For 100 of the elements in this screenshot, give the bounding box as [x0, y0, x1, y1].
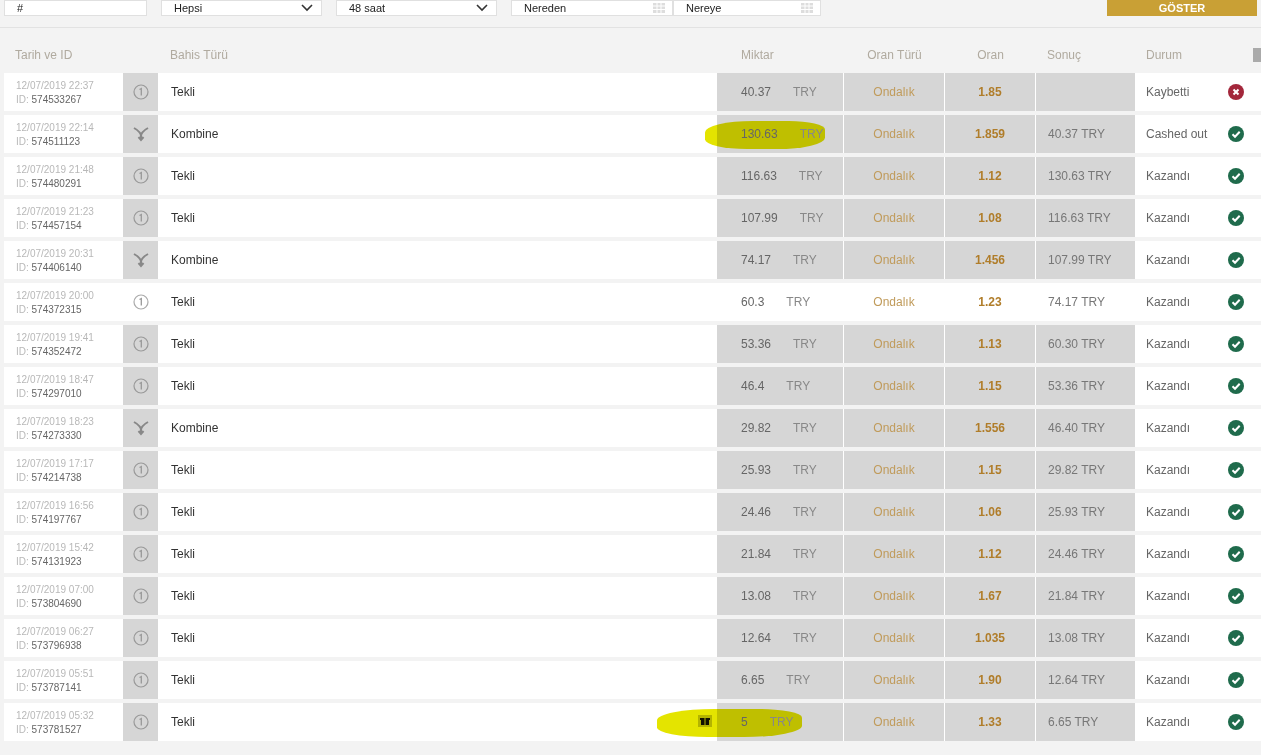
bet-row[interactable]: 12/07/2019 18:23 ID: 574273330 Kombine 29.82 TRY Ondalık 1.556 46.40 TRY Kazandı: [4, 409, 1261, 447]
amount-text: 60.3: [740, 295, 765, 309]
bet-type-text: Tekli: [170, 505, 195, 519]
bet-type-text: Tekli: [170, 589, 195, 603]
bet-type-text: Tekli: [170, 463, 195, 477]
currency-text: TRY: [785, 379, 811, 393]
period-select[interactable]: 48 saat: [336, 0, 497, 16]
status-text: Kazandı: [1145, 169, 1192, 183]
odds-text: 1.06: [978, 505, 1002, 519]
odds-text: 1.035: [975, 631, 1005, 645]
bet-row[interactable]: 12/07/2019 16:56 ID: 574197767 Tekli 24.46 TRY Ondalık 1.06 25.93 TRY Kazandı: [4, 493, 1261, 531]
bet-type-text: Kombine: [170, 127, 219, 141]
amount-text: 74.17: [740, 253, 772, 267]
status-text: Kazandı: [1145, 379, 1192, 393]
id-text: 573787141: [31, 681, 82, 693]
id-text: 574214738: [31, 471, 82, 483]
circled-one-icon: [132, 588, 149, 604]
bet-row[interactable]: 12/07/2019 20:00 ID: 574372315 Tekli 60.3 TRY Ondalık 1.23 74.17 TRY Kazandı: [4, 283, 1261, 321]
date-text: 12/07/2019 05:51: [16, 667, 95, 679]
odds-text: 1.15: [978, 463, 1002, 477]
date-text: 12/07/2019 22:14: [16, 121, 95, 133]
circled-one-icon: [132, 462, 149, 478]
odds-type-text: Ondalık: [873, 337, 915, 351]
bet-row[interactable]: 12/07/2019 21:23 ID: 574457154 Tekli 107.99 TRY Ondalık 1.08 116.63 TRY Kazandı: [4, 199, 1261, 237]
bet-row[interactable]: 12/07/2019 05:51 ID: 573787141 Tekli 6.65 TRY Ondalık 1.90 12.64 TRY Kazandı: [4, 661, 1261, 699]
bet-row[interactable]: 12/07/2019 22:14 ID: 574511123 Kombine 130.63 TRY Ondalık 1.859 40.37 TRY Cashed out: [4, 115, 1261, 153]
amount-text: 130.63: [740, 127, 778, 141]
result-text: 25.93 TRY: [1047, 505, 1105, 519]
bet-row[interactable]: 12/07/2019 20:31 ID: 574406140 Kombine 74.17 TRY Ondalık 1.456 107.99 TRY Kazandı: [4, 241, 1261, 279]
result-text: 13.08 TRY: [1047, 631, 1105, 645]
column-header: Tarih ve ID: [14, 48, 74, 62]
id-text: 574352472: [31, 345, 82, 357]
amount-text: 13.08: [740, 589, 772, 603]
odds-type-text: Ondalık: [873, 505, 915, 519]
result-text: 107.99 TRY: [1047, 253, 1112, 267]
bet-row[interactable]: 12/07/2019 06:27 ID: 573796938 Tekli 12.64 TRY Ondalık 1.035 13.08 TRY Kazandı: [4, 619, 1261, 657]
currency-text: TRY: [792, 85, 817, 99]
status-text: Kaybetti: [1145, 85, 1191, 99]
currency-text: TRY: [792, 631, 817, 645]
calendar-icon[interactable]: [653, 3, 665, 13]
circled-one-icon: [132, 294, 149, 310]
odds-type-text: Ondalık: [873, 253, 915, 267]
currency-text: TRY: [792, 505, 817, 519]
circled-one-icon: [132, 210, 149, 226]
id-label: ID:: [16, 555, 29, 567]
bet-type-select[interactable]: Hepsi: [161, 0, 322, 16]
id-text: 573796938: [31, 639, 82, 651]
odds-text: 1.456: [975, 253, 1005, 267]
expand-icon[interactable]: [1253, 48, 1261, 62]
odds-type-text: Ondalık: [873, 169, 915, 183]
odds-text: 1.67: [978, 589, 1002, 603]
circled-one-icon: [132, 84, 149, 100]
bet-row[interactable]: 12/07/2019 15:42 ID: 574131923 Tekli 21.84 TRY Ondalık 1.12 24.46 TRY Kazandı: [4, 535, 1261, 573]
id-text: 573804690: [31, 597, 82, 609]
bet-row[interactable]: 12/07/2019 19:41 ID: 574352472 Tekli 53.36 TRY Ondalık 1.13 60.30 TRY Kazandı: [4, 325, 1261, 363]
date-text: 12/07/2019 19:41: [16, 331, 95, 343]
bet-row[interactable]: 12/07/2019 18:47 ID: 574297010 Tekli 46.4 TRY Ondalık 1.15 53.36 TRY Kazandı: [4, 367, 1261, 405]
bet-row[interactable]: 12/07/2019 21:48 ID: 574480291 Tekli 116.63 TRY Ondalık 1.12 130.63 TRY Kazandı: [4, 157, 1261, 195]
amount-text: 5: [740, 715, 748, 729]
date-from-field[interactable]: Nereden: [511, 0, 673, 16]
bet-row[interactable]: 12/07/2019 05:32 ID: 573781527 Tekli 5 TRY Ondalık 1.33 6.65 TRY Kazandı: [4, 703, 1261, 741]
bet-row[interactable]: 12/07/2019 22:37 ID: 574533267 Tekli 40.37 TRY Ondalık 1.85 Kaybetti: [4, 73, 1261, 111]
currency-text: TRY: [792, 547, 817, 561]
id-label: ID:: [16, 261, 29, 273]
currency-text: TRY: [797, 169, 823, 183]
odds-type-text: Ondalık: [873, 715, 915, 729]
column-header: Oran: [976, 48, 1005, 62]
bet-id-field[interactable]: #: [4, 0, 147, 16]
circled-one-icon: [132, 630, 149, 646]
currency-text: TRY: [792, 421, 817, 435]
bet-row[interactable]: 12/07/2019 17:17 ID: 574214738 Tekli 25.93 TRY Ondalık 1.15 29.82 TRY Kazandı: [4, 451, 1261, 489]
odds-type-text: Ondalık: [873, 421, 915, 435]
result-text: 21.84 TRY: [1047, 589, 1105, 603]
id-text: 574131923: [31, 555, 82, 567]
chevron-down-icon: [476, 4, 488, 12]
status-text: Kazandı: [1145, 631, 1192, 645]
bet-type-text: Tekli: [170, 673, 195, 687]
currency-text: TRY: [798, 127, 824, 141]
circled-one-icon: [132, 672, 149, 688]
odds-text: 1.90: [978, 673, 1002, 687]
bet-type-text: Tekli: [170, 85, 195, 99]
calendar-icon[interactable]: [801, 3, 813, 13]
amount-text: 40.37: [740, 85, 772, 99]
date-text: 12/07/2019 16:56: [16, 499, 95, 511]
id-label: ID:: [16, 639, 29, 651]
id-text: 574372315: [31, 303, 82, 315]
amount-text: 21.84: [740, 547, 772, 561]
date-to-field[interactable]: Nereye: [673, 0, 821, 16]
fork-arrow-icon: [131, 252, 150, 268]
id-label: ID:: [16, 681, 29, 693]
bet-type-text: Tekli: [170, 379, 195, 393]
date-text: 12/07/2019 20:31: [16, 247, 95, 259]
date-text: 12/07/2019 21:48: [16, 163, 95, 175]
amount-text: 46.4: [740, 379, 765, 393]
result-text: 6.65 TRY: [1047, 715, 1099, 729]
date-text: 12/07/2019 05:32: [16, 709, 95, 721]
bet-row[interactable]: 12/07/2019 07:00 ID: 573804690 Tekli 13.08 TRY Ondalık 1.67 21.84 TRY Kazandı: [4, 577, 1261, 615]
column-header: Oran Türü: [866, 48, 923, 62]
id-label: ID:: [16, 345, 29, 357]
result-text: 53.36 TRY: [1047, 379, 1105, 393]
